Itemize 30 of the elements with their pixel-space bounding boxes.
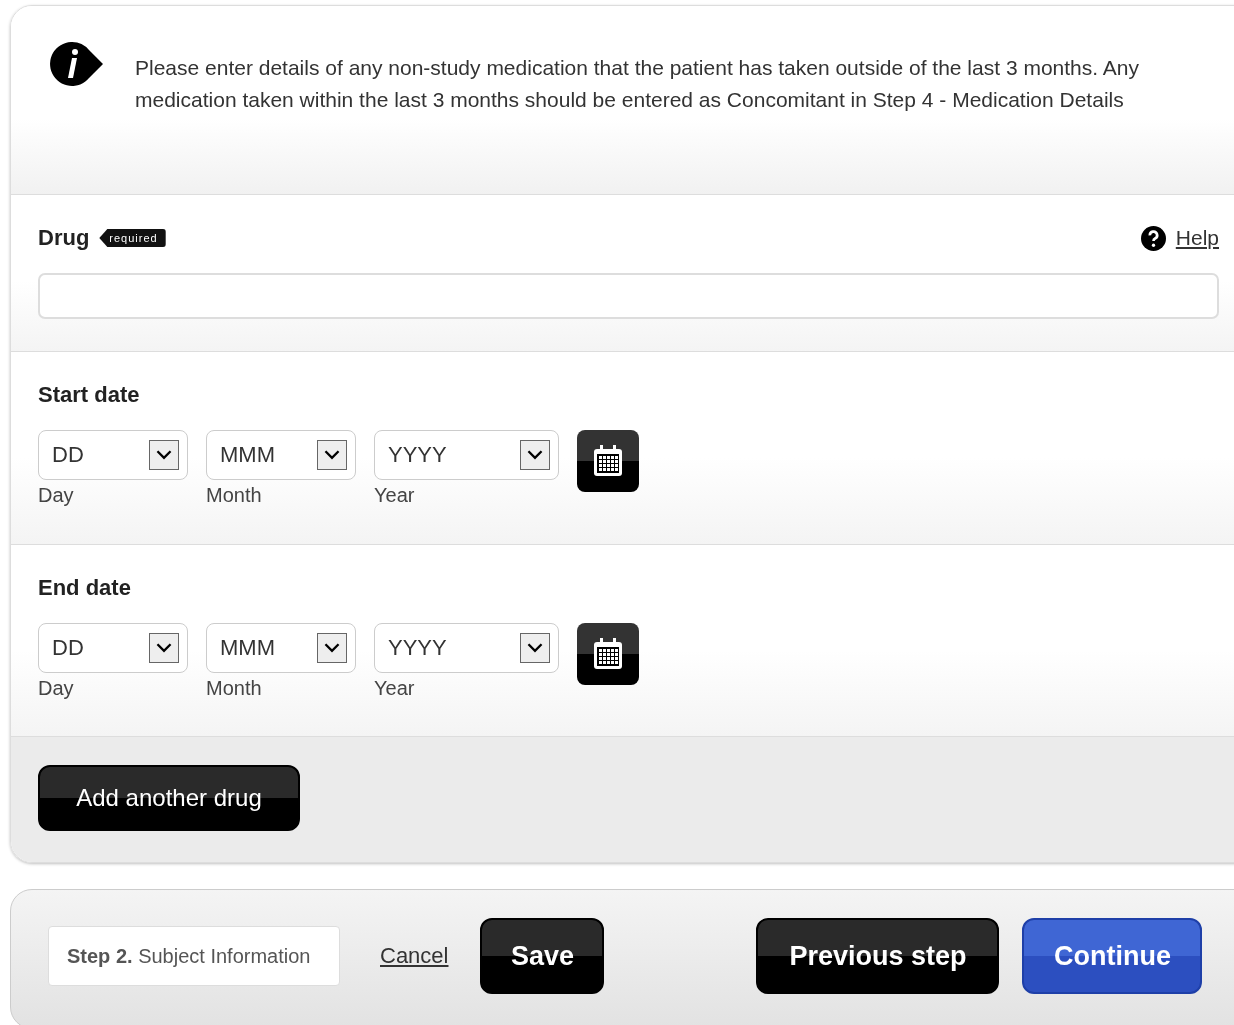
date-select[interactable]: MMM (206, 430, 356, 480)
cancel-link[interactable]: Cancel (380, 943, 449, 969)
field-caption: Month (206, 484, 263, 507)
field-caption: Year (374, 484, 416, 507)
field-caption: Year (374, 677, 416, 700)
field-caption: Month (206, 677, 263, 700)
date-select[interactable]: DD (38, 430, 188, 480)
date-select[interactable]: DD (38, 623, 188, 673)
continue-button[interactable]: Continue (1022, 918, 1203, 994)
field-label: Drug (38, 225, 90, 251)
drug-input[interactable] (38, 273, 1219, 319)
required-badge: required (99, 229, 166, 247)
add-drug-button[interactable]: Add another drug (38, 765, 300, 831)
field-caption: Day (38, 677, 75, 700)
help-icon (1140, 225, 1166, 251)
step-indicator: Step 2. Subject Information (48, 926, 340, 986)
calendar-icon (591, 637, 625, 671)
calendar-button[interactable] (577, 623, 639, 685)
date-select[interactable]: MMM (206, 623, 356, 673)
calendar-icon (591, 444, 625, 478)
field-caption: Day (38, 484, 75, 507)
previous-step-button[interactable]: Previous step (756, 918, 1000, 994)
date-select[interactable]: YYYY (374, 430, 559, 480)
save-button[interactable]: Save (480, 918, 605, 994)
calendar-button[interactable] (577, 430, 639, 492)
date-select[interactable]: YYYY (374, 623, 559, 673)
info-message: Please enter details of any non-study medication that the patient has taken outside of the last 3 months. Any medication taken within the last 3 months should be entered as Concomitant in Step 4 - Medication Details (135, 55, 1140, 113)
help-link[interactable]: Help (1175, 226, 1219, 250)
field-label: Start date (38, 382, 140, 407)
field-label: End date (38, 575, 131, 600)
